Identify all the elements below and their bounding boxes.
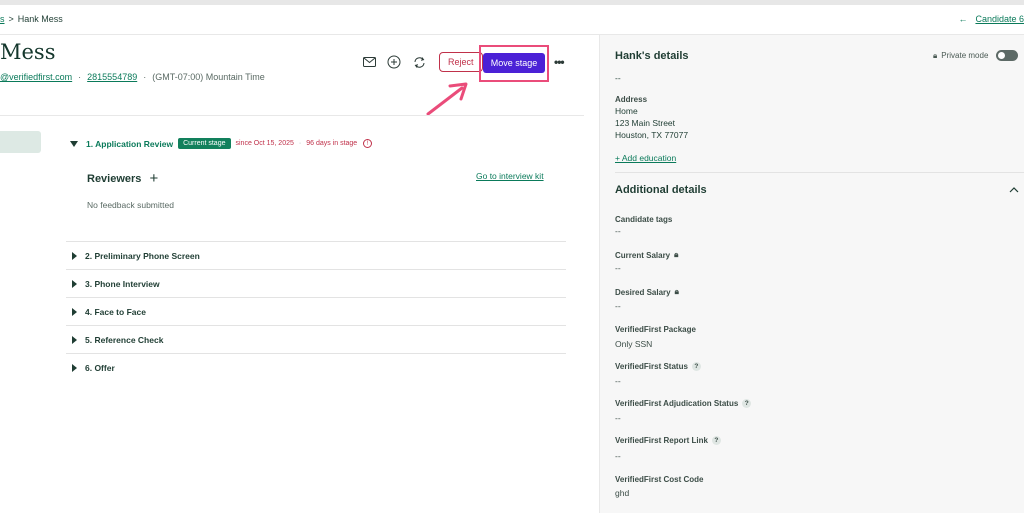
separator-dot: · <box>143 72 147 82</box>
caret-right-icon[interactable] <box>72 363 77 372</box>
candidate-navigation[interactable]: ← Candidate 6 <box>958 14 1024 24</box>
add-reviewer-icon[interactable]: + <box>149 170 158 187</box>
breadcrumb-parent[interactable]: s <box>0 14 5 24</box>
stage-label[interactable]: 5. Reference Check <box>85 335 163 345</box>
lock-icon: 🔒︎ <box>674 250 679 259</box>
chevron-up-icon[interactable] <box>1009 185 1019 195</box>
field-label: VerifiedFirst Cost Code <box>615 475 704 484</box>
move-stage-button[interactable]: Move stage <box>483 53 545 73</box>
details-value: -- <box>615 73 621 83</box>
transfer-icon[interactable] <box>410 53 428 71</box>
private-mode-label: Private mode <box>941 51 989 60</box>
email-icon[interactable] <box>360 53 378 71</box>
annotation-arrow-icon <box>426 82 468 116</box>
arrow-left-icon[interactable]: ← <box>958 14 967 24</box>
field-value: -- <box>615 413 621 423</box>
help-icon[interactable]: ? <box>742 399 752 408</box>
help-icon[interactable]: ? <box>691 362 701 371</box>
top-bar: s > Hank Mess ← Candidate 6 <box>0 5 1024 35</box>
details-title: Hank's details <box>615 50 689 62</box>
add-education-link[interactable]: + Add education <box>615 153 676 163</box>
warning-icon: ! <box>363 139 373 148</box>
address-line2: Houston, TX 77077 <box>615 130 689 140</box>
no-feedback-text: No feedback submitted <box>87 200 174 210</box>
stage-since: since Oct 15, 2025 <box>235 140 294 147</box>
next-candidate-link[interactable]: Candidate 6 <box>975 14 1024 24</box>
caret-right-icon[interactable] <box>72 251 77 260</box>
stage-row[interactable]: 4. Face to Face <box>66 297 566 325</box>
add-circle-icon[interactable] <box>385 53 403 71</box>
field-value: -- <box>615 301 621 311</box>
left-nav-active-item[interactable] <box>0 131 41 153</box>
more-options-icon[interactable]: ••• <box>554 55 565 69</box>
field-value: -- <box>615 451 621 461</box>
field-value: Only SSN <box>615 339 653 349</box>
candidate-details-panel: Hank's details 🔒︎ Private mode -- Addres… <box>599 35 1024 513</box>
field-value: ghd <box>615 488 630 498</box>
field-label: VerifiedFirst Adjudication Status? <box>615 399 752 408</box>
field-value: -- <box>615 376 621 386</box>
separator-dot: · <box>78 72 82 82</box>
field-label: Candidate tags <box>615 215 673 224</box>
candidate-name: Mess <box>0 40 56 64</box>
address-type: Home <box>615 106 638 116</box>
reviewers-label: Reviewers <box>87 172 142 185</box>
separator-dot: · <box>298 140 302 147</box>
candidate-actions: Reject <box>360 52 483 72</box>
caret-down-icon[interactable] <box>70 140 78 147</box>
divider <box>0 115 584 116</box>
stage-row[interactable]: 2. Preliminary Phone Screen <box>66 241 566 269</box>
caret-right-icon[interactable] <box>72 335 77 344</box>
candidate-phone[interactable]: 2815554789 <box>87 72 137 82</box>
help-icon[interactable]: ? <box>711 436 721 445</box>
private-mode-toggle[interactable] <box>996 50 1019 61</box>
field-value: -- <box>615 226 621 236</box>
current-stage-badge: Current stage <box>178 138 231 149</box>
caret-right-icon[interactable] <box>72 279 77 288</box>
divider <box>615 172 1024 173</box>
caret-right-icon[interactable] <box>72 307 77 316</box>
field-label: VerifiedFirst Status? <box>615 362 701 371</box>
stage-title[interactable]: 1. Application Review <box>86 139 173 149</box>
breadcrumb-current: Hank Mess <box>17 14 63 24</box>
stage-row[interactable]: 5. Reference Check <box>66 325 566 353</box>
stage-label[interactable]: 2. Preliminary Phone Screen <box>85 251 200 261</box>
reviewers-section: Reviewers + <box>87 170 158 187</box>
candidate-email[interactable]: @verifiedfirst.com <box>0 72 72 82</box>
field-label: Desired Salary 🔒︎ <box>615 287 679 297</box>
field-label: VerifiedFirst Report Link? <box>615 436 721 445</box>
days-in-stage: 96 days in stage <box>306 140 358 147</box>
additional-details-title: Additional details <box>615 184 707 196</box>
stage-label[interactable]: 6. Offer <box>85 363 115 373</box>
lock-icon: 🔒︎ <box>674 287 679 296</box>
candidate-contact: @verifiedfirst.com · 2815554789 · (GMT-0… <box>0 72 265 82</box>
current-stage-header[interactable]: 1. Application Review Current stage sinc… <box>70 138 373 149</box>
breadcrumb-separator: > <box>8 14 14 24</box>
reject-button[interactable]: Reject <box>439 52 483 72</box>
private-mode-control[interactable]: 🔒︎ Private mode <box>933 50 1019 61</box>
stage-label[interactable]: 4. Face to Face <box>85 307 146 317</box>
stage-label[interactable]: 3. Phone Interview <box>85 279 160 289</box>
stage-row[interactable]: 3. Phone Interview <box>66 269 566 297</box>
interview-kit-link[interactable]: Go to interview kit <box>476 171 544 181</box>
address-label: Address <box>615 95 648 104</box>
breadcrumb: s > Hank Mess <box>0 14 63 24</box>
candidate-timezone: (GMT-07:00) Mountain Time <box>152 72 265 82</box>
field-label: VerifiedFirst Package <box>615 325 696 334</box>
field-value: -- <box>615 263 621 273</box>
stage-row[interactable]: 6. Offer <box>66 353 566 381</box>
lock-icon: 🔒︎ <box>933 50 938 60</box>
address-line1: 123 Main Street <box>615 118 676 128</box>
field-label: Current Salary 🔒︎ <box>615 250 679 260</box>
